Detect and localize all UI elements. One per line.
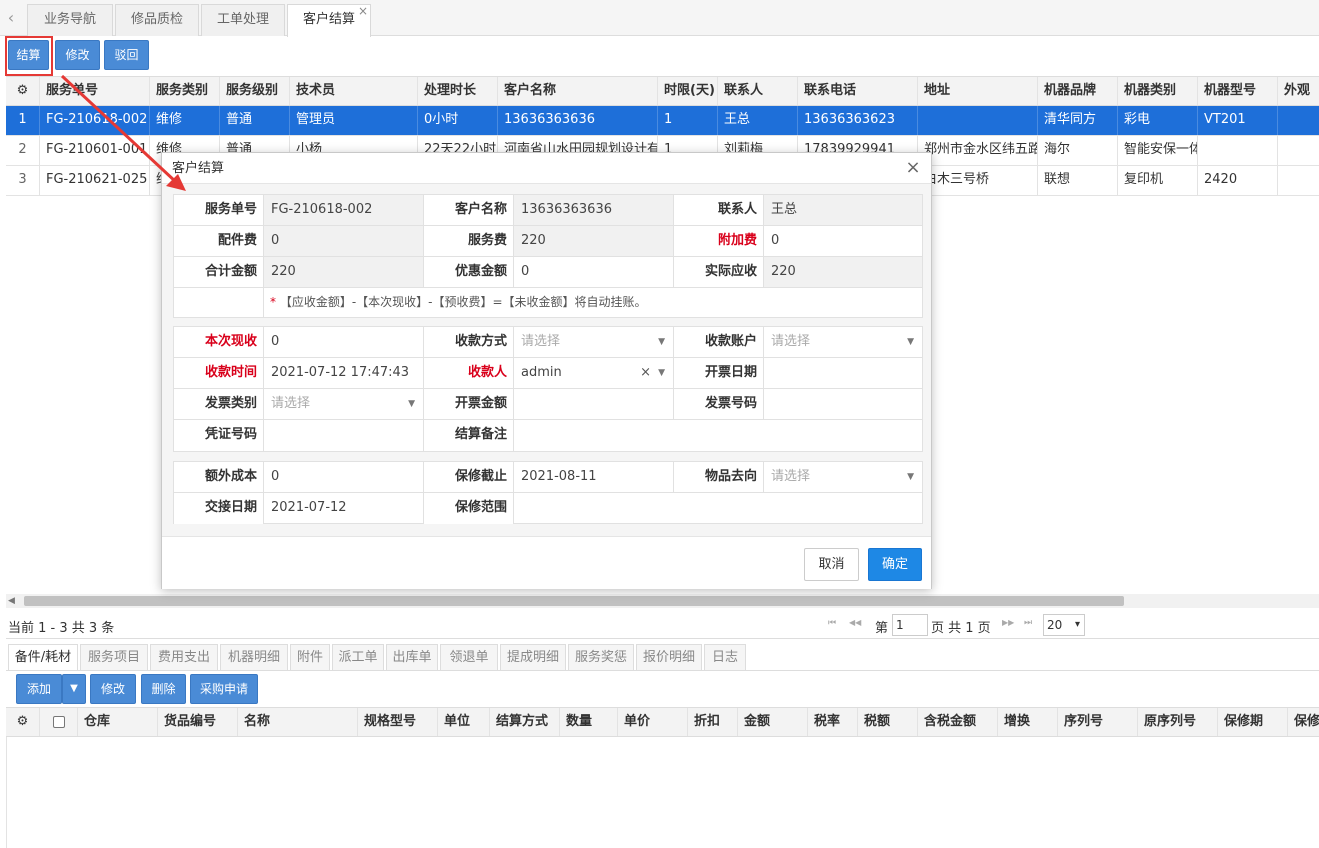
arrow-line (60, 74, 178, 184)
annotation-arrow (60, 74, 186, 191)
